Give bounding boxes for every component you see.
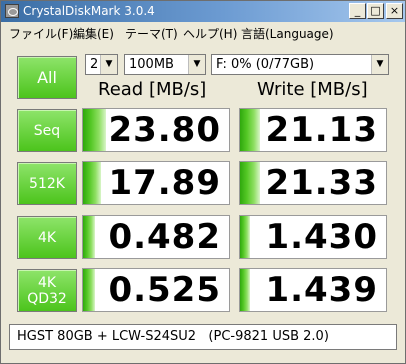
row-label: 4K (37, 229, 57, 246)
4k-read-result: 0.482 (82, 215, 230, 259)
menu-language[interactable]: 言語(Language) (241, 25, 334, 42)
seq-write-bar (240, 109, 261, 151)
4k-qd32-read-bar (83, 269, 95, 311)
seq-test-button[interactable]: Seq (17, 109, 77, 152)
4k-qd32-test-button[interactable]: 4K QD32 (17, 269, 77, 312)
title-bar[interactable]: CrystalDiskMark 3.0.4 _ □ × (1, 1, 405, 22)
seq-write-value: 21.13 (265, 110, 378, 150)
menu-theme[interactable]: テーマ(T) (125, 25, 178, 42)
4k-write-result: 1.430 (239, 215, 387, 259)
seq-read-bar (83, 109, 107, 151)
512k-test-button[interactable]: 512K (17, 162, 77, 205)
seq-write-result: 21.13 (239, 108, 387, 152)
test-size-value: 100MB (129, 57, 174, 72)
4k-write-bar (240, 216, 251, 258)
menu-file[interactable]: ファイル(F) (9, 25, 73, 42)
512k-read-value: 17.89 (108, 163, 221, 203)
row-label: 4K (37, 274, 57, 291)
chevron-down-icon[interactable]: ▼ (100, 55, 117, 74)
4k-qd32-read-value: 0.525 (108, 270, 221, 310)
test-size-select[interactable]: 100MB ▼ (124, 54, 206, 75)
4k-read-value: 0.482 (108, 217, 221, 257)
512k-write-bar (240, 162, 261, 204)
4k-qd32-write-result: 1.439 (239, 268, 387, 312)
512k-write-result: 21.33 (239, 161, 387, 205)
seq-read-result: 23.80 (82, 108, 230, 152)
menu-bar: ファイル(F) 編集(E) テーマ(T) ヘルプ(H) 言語(Language) (1, 22, 405, 42)
maximize-button[interactable]: □ (367, 3, 384, 19)
512k-read-bar (83, 162, 101, 204)
app-disk-icon (5, 4, 19, 18)
4k-write-value: 1.430 (265, 217, 378, 257)
run-all-button[interactable]: All (17, 56, 77, 99)
512k-read-result: 17.89 (82, 161, 230, 205)
test-count-value: 2 (90, 57, 99, 72)
drive-value: F: 0% (0/77GB) (216, 57, 315, 72)
row-label: 512K (29, 175, 65, 192)
test-count-select[interactable]: 2 ▼ (85, 54, 118, 75)
comment-field[interactable]: HGST 80GB + LCW-S24SU2 (PC-9821 USB 2.0) (9, 324, 397, 350)
4k-read-bar (83, 216, 95, 258)
512k-write-value: 21.33 (265, 163, 378, 203)
seq-read-value: 23.80 (108, 110, 221, 150)
chevron-down-icon[interactable]: ▼ (188, 55, 205, 74)
row-label: Seq (33, 122, 61, 139)
write-header: Write [MB/s] (257, 79, 368, 100)
app-window: CrystalDiskMark 3.0.4 _ □ × ファイル(F) 編集(E… (0, 0, 406, 364)
chevron-down-icon[interactable]: ▼ (371, 55, 388, 74)
menu-help[interactable]: ヘルプ(H) (183, 25, 237, 42)
window-title: CrystalDiskMark 3.0.4 (23, 4, 155, 18)
4k-test-button[interactable]: 4K (17, 216, 77, 259)
4k-qd32-write-bar (240, 269, 251, 311)
read-header: Read [MB/s] (98, 79, 207, 100)
4k-qd32-read-result: 0.525 (82, 268, 230, 312)
menu-edit[interactable]: 編集(E) (73, 25, 114, 42)
4k-qd32-write-value: 1.439 (265, 270, 378, 310)
close-button[interactable]: × (386, 3, 403, 19)
drive-select[interactable]: F: 0% (0/77GB) ▼ (211, 54, 389, 75)
minimize-button[interactable]: _ (349, 3, 366, 19)
row-sublabel: QD32 (27, 290, 67, 307)
